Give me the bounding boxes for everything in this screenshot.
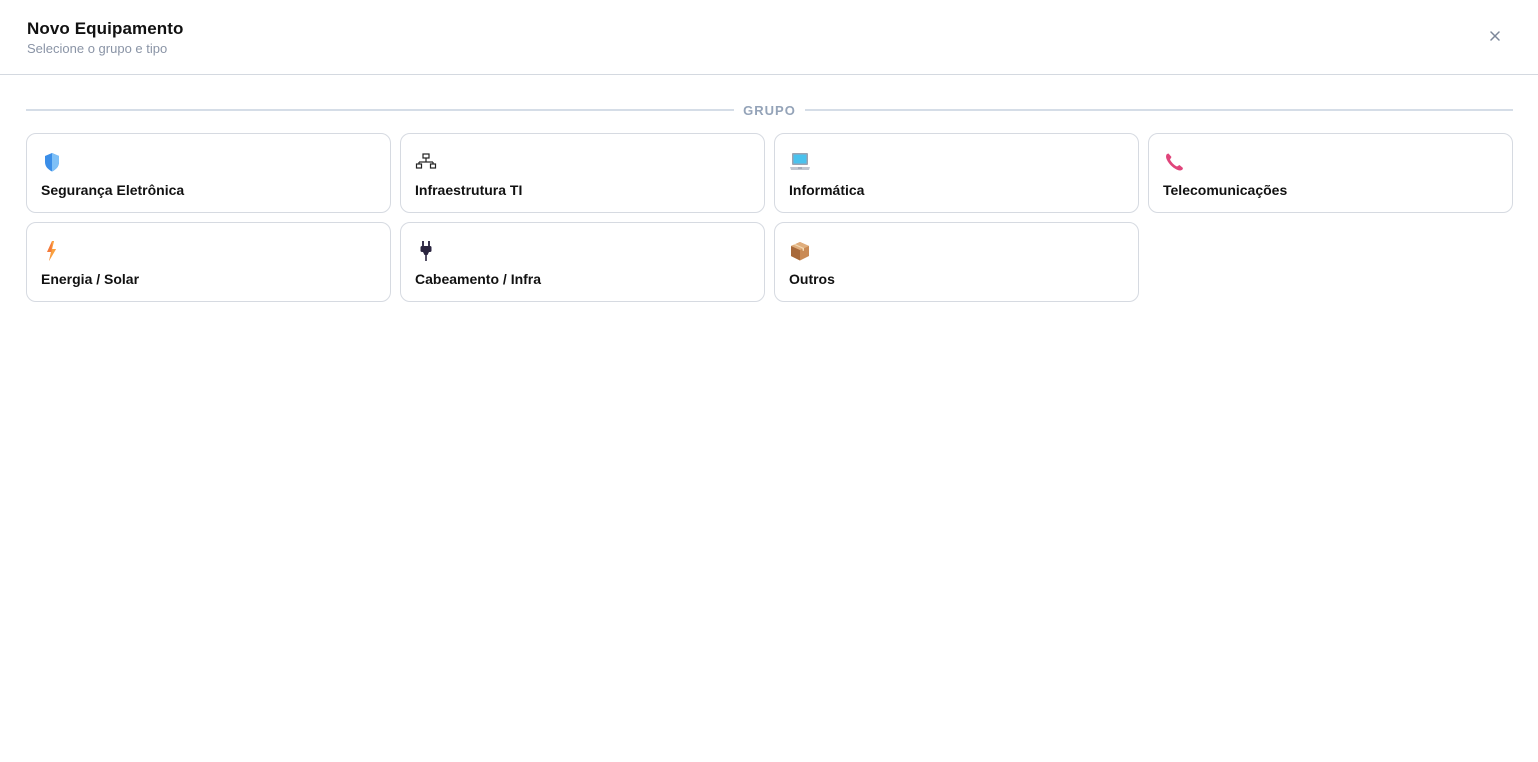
group-card-label: Infraestrutura TI [415, 182, 523, 198]
group-card-label: Informática [789, 182, 865, 198]
group-card-informatica[interactable]: Informática [774, 133, 1139, 213]
lightning-icon [47, 241, 56, 261]
group-card-label: Energia / Solar [41, 271, 140, 287]
phone-icon [1166, 153, 1183, 171]
group-card-telecomunicacoes[interactable]: Telecomunicações [1148, 133, 1513, 213]
group-card-label: Outros [789, 271, 835, 287]
modal-header: Novo Equipamento Selecione o grupo e tip… [0, 0, 1538, 75]
group-section-label: GRUPO [743, 102, 796, 118]
network-icon [415, 153, 437, 169]
shield-icon [45, 153, 59, 172]
group-card-label: Segurança Eletrônica [41, 182, 185, 198]
modal-title: Novo Equipamento [27, 19, 184, 38]
group-card-label: Telecomunicações [1163, 182, 1288, 198]
group-card-outros[interactable]: Outros [774, 222, 1139, 302]
group-section-divider: GRUPO [26, 101, 1514, 119]
group-grid: Segurança Eletrônica Infraestrutura TI I… [26, 133, 1513, 302]
plug-icon [420, 241, 432, 261]
laptop-icon [790, 153, 810, 170]
close-icon [1490, 31, 1500, 41]
divider-line-left [26, 109, 735, 111]
modal-subtitle: Selecione o grupo e tipo [27, 41, 168, 56]
group-card-seguranca-eletronica[interactable]: Segurança Eletrônica [26, 133, 391, 213]
group-card-cabeamento-infra[interactable]: Cabeamento / Infra [400, 222, 765, 302]
divider-line-right [804, 109, 1514, 111]
close-button[interactable] [1486, 27, 1504, 45]
group-card-label: Cabeamento / Infra [415, 271, 542, 287]
new-equipment-modal: Novo Equipamento Selecione o grupo e tip… [0, 0, 1538, 762]
group-card-energia-solar[interactable]: Energia / Solar [26, 222, 391, 302]
group-card-infraestrutura-ti[interactable]: Infraestrutura TI [400, 133, 765, 213]
package-icon [791, 242, 809, 261]
